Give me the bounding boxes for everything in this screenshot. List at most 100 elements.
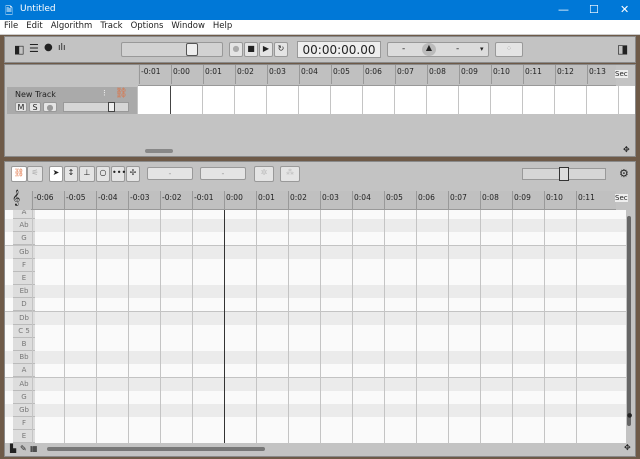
pitch-control[interactable]: - ▲ - ▾ [387,42,489,57]
level-tool-icon[interactable]: ⊥ [79,166,95,182]
spectrum-view-icon[interactable]: ılı [58,43,66,53]
slider-thumb[interactable] [186,43,198,56]
time-ruler[interactable]: -0:01 0:00 0:01 0:02 0:03 0:04 0:05 0:06 0:07 0:0… [138,65,616,86]
editor-time-ruler[interactable]: -0:06 -0:05 -0:04 -0:03 -0:02 -0:01 0:00 0:01 0:… [31,191,616,210]
time-display: 00:00:00.00 [297,41,381,58]
grid-line [352,210,353,443]
menu-help[interactable]: Help [209,20,236,32]
grid-line [480,210,481,443]
minimize-button[interactable]: — [558,3,569,16]
pencil-icon[interactable]: ✎ [20,444,27,453]
piano-roll-grid[interactable]: A Ab G Gb F E Eb D Db C 5 B Bb A Ab G Gb F E [5,210,626,443]
notes-view-icon[interactable]: ● [44,42,53,53]
position-slider[interactable] [121,42,223,57]
ruler-tick: -0:01 [139,65,162,84]
zoom-slider[interactable] [522,167,606,181]
stop-button[interactable]: ■ [244,42,258,57]
menu-bar: File Edit Algorithm Track Options Window Help [0,20,640,35]
zoom-fit-icon[interactable]: ✥ [623,145,630,154]
ruler-tick: 0:05 [384,191,404,210]
link-toggle-button[interactable]: ⛓ [11,166,27,182]
grid-line [64,210,65,443]
split-tool-icon[interactable]: ••• [111,166,126,182]
key-row [5,219,626,233]
track-lane[interactable] [138,86,635,114]
horizontal-scrollbar[interactable] [145,149,173,153]
editor-field-1[interactable]: - [147,167,193,180]
record-arm-button[interactable]: ● [43,102,57,112]
grid-line [266,86,267,114]
play-button[interactable]: ▶ [259,42,273,57]
editor-horizontal-scrollbar[interactable] [47,447,265,451]
piano-icon[interactable]: ▦ [30,444,38,453]
grid-line [448,210,449,443]
treble-clef-icon[interactable]: 𝄞 [12,190,20,206]
quantize-button[interactable]: ⁂ [280,166,300,182]
editor-zoom-fit-icon[interactable]: ✥ [624,443,631,452]
track-view-icon[interactable]: ☰ [29,42,39,55]
grid-line [426,86,427,114]
menu-file[interactable]: File [0,20,22,32]
pointer-icon[interactable]: ▙ [10,444,16,453]
side-panel-icon[interactable]: ◨ [617,42,628,56]
grid-line [554,86,555,114]
grid-line [320,210,321,443]
menu-track[interactable]: Track [96,20,126,32]
ruler-tick: 0:07 [395,65,415,84]
panel-toggle-icon[interactable]: ◧ [14,43,24,56]
menu-edit[interactable]: Edit [22,20,46,32]
volume-slider[interactable] [63,102,129,112]
record-button[interactable]: ● [229,42,243,57]
zoom-thumb[interactable] [559,167,569,181]
grid-line [288,210,289,443]
editor-field-2[interactable]: - [200,167,246,180]
grid-line [234,86,235,114]
chevron-down-icon[interactable]: ▾ [480,45,484,53]
center-pitch-button[interactable]: ✲ [254,166,274,182]
maximize-button[interactable]: ☐ [589,3,599,16]
key-row [5,232,626,246]
ruler-tick: 0:08 [480,191,500,210]
select-tool-icon[interactable]: ➤ [49,166,63,182]
menu-window[interactable]: Window [167,20,209,32]
scroll-dot-icon: ● [627,412,633,419]
grid-line [522,86,523,114]
ruler-tick: 0:07 [448,191,468,210]
ruler-tick: -0:06 [32,191,55,210]
ruler-tick: 0:05 [331,65,351,84]
key-row [5,324,626,338]
link-icon[interactable]: ⛓ [115,88,128,99]
mute-button[interactable]: M [15,102,27,112]
vertical-scrollbar[interactable] [627,216,631,426]
pitch-tool-icon[interactable]: ↕ [64,166,78,182]
key-row [5,311,626,325]
unit-selector[interactable]: Sec [615,70,628,78]
solo-button[interactable]: S [29,102,41,112]
window-title: Untitled [20,4,56,14]
menu-options[interactable]: Options [127,20,168,32]
grid-line [170,86,171,114]
grid-line [458,86,459,114]
pitch-right-value: - [456,44,460,54]
gear-icon[interactable]: ⚙ [619,167,629,180]
unlink-button[interactable]: ⚟ [27,166,43,182]
track-edit-icon[interactable]: ⁝ [103,89,106,99]
ruler-tick: 0:00 [224,191,244,210]
loop-button[interactable]: ↻ [274,42,288,57]
arrange-panel: New Track ⁝ ⛓ M S ● -0:01 0:00 0:01 0:02 0:0… [4,64,636,157]
menu-algorithm[interactable]: Algorithm [47,20,97,32]
ruler-tick: 0:09 [512,191,532,210]
ruler-tick: 0:10 [491,65,511,84]
grid-line [576,210,577,443]
close-button[interactable]: ✕ [620,3,629,16]
settings-disabled-button[interactable]: ⁘ [495,42,523,57]
note-tool-icon[interactable]: ○ [96,166,110,182]
editor-unit-selector[interactable]: Sec [615,194,628,202]
pitch-knob-icon[interactable]: ▲ [422,43,436,56]
track-header[interactable]: New Track ⁝ ⛓ M S ● [7,87,137,114]
track-name[interactable]: New Track [15,90,56,99]
grid-line [416,210,417,443]
key-row [5,404,626,417]
time-tool-icon[interactable]: ✢ [126,166,140,182]
volume-thumb[interactable] [108,102,115,112]
